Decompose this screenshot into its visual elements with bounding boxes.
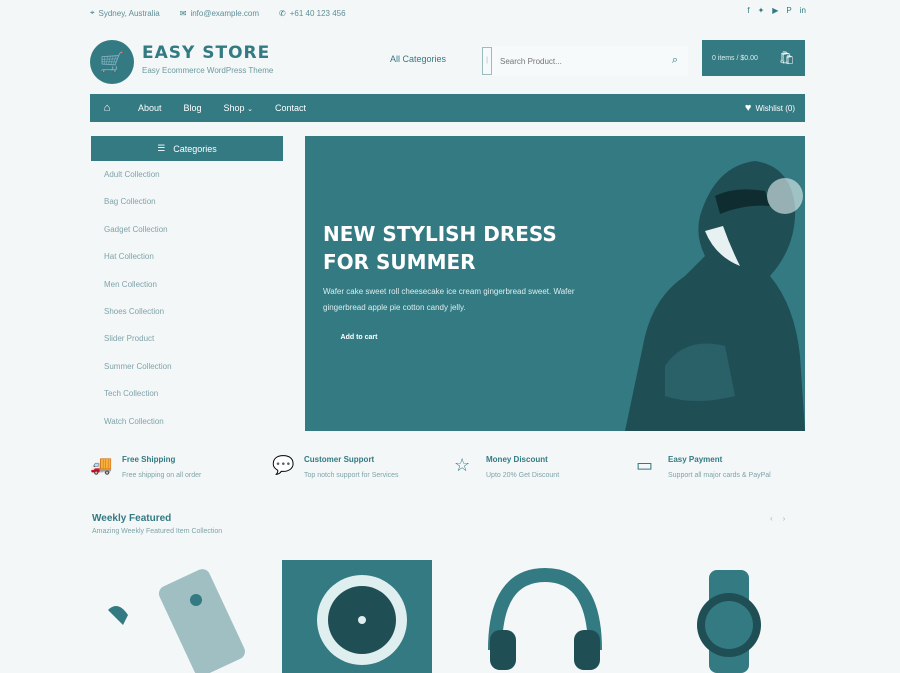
feature-item: ▭ Easy Payment Support all major cards & … (636, 455, 771, 479)
youtube-icon[interactable]: ▶ (772, 6, 778, 15)
facebook-icon[interactable]: f (747, 6, 749, 15)
social-links: f ✦ ▶ P in (747, 6, 806, 15)
search-input[interactable] (500, 56, 650, 66)
top-bar: ⌖ Sydney, Australia ✉ info@example.com ✆ +6… (90, 6, 806, 20)
categories-list: Adult Collection Bag Collection Gadget C… (104, 168, 172, 442)
banner-text: Wafer cake sweet roll cheesecake ice cre… (323, 287, 575, 312)
product-card[interactable] (470, 560, 620, 673)
model-image (625, 161, 805, 431)
card-icon: ▭ (636, 455, 654, 475)
search-divider: | (482, 47, 492, 75)
features-row: 🚚 Free Shipping Free shipping on all orde… (90, 455, 805, 495)
nav-item-about[interactable]: About (138, 103, 162, 113)
categories-heading[interactable]: ☰ Categories (91, 136, 283, 161)
headphones-product-image (488, 567, 602, 670)
mail-icon: ✉ (179, 8, 187, 18)
location-info: ⌖ Sydney, Australia (90, 8, 160, 18)
category-item[interactable]: Summer Collection (104, 360, 172, 387)
carousel-arrows: ‹ › (770, 514, 785, 523)
category-item[interactable]: Hat Collection (104, 250, 172, 277)
product-card[interactable] (282, 560, 432, 673)
category-item[interactable]: Shoes Collection (104, 305, 172, 332)
category-select[interactable]: All Categories (390, 54, 446, 64)
map-pin-icon: ⌖ (90, 8, 95, 17)
site-title[interactable]: EASY STORE (142, 43, 270, 63)
category-item[interactable]: Men Collection (104, 278, 172, 305)
phone-product-image (108, 569, 245, 673)
phone-icon: ✆ (279, 8, 286, 18)
phone-info[interactable]: ✆ +61 40 123 456 (279, 9, 346, 18)
cart-button[interactable]: 0 items / $0.00 🛍 (702, 40, 805, 76)
weekly-title: Weekly Featured (92, 513, 172, 524)
category-item[interactable]: Tech Collection (104, 387, 172, 414)
pinterest-icon[interactable]: P (786, 6, 791, 15)
search-box: | ⌕ (482, 46, 688, 76)
weekly-subtitle: Amazing Weekly Featured Item Collection (92, 528, 223, 535)
search-icon[interactable]: ⌕ (672, 54, 678, 67)
category-item[interactable]: Adult Collection (104, 168, 172, 195)
feature-item: ☆ Money Discount Upto 20% Get Discount (454, 455, 560, 479)
banner-heading: NEW STYLISH DRESS FOR SUMMER (323, 222, 557, 274)
menu-icon: ☰ (157, 143, 166, 153)
site-tagline: Easy Ecommerce WordPress Theme (142, 66, 274, 75)
wishlist-link[interactable]: ♥ Wishlist (0) (745, 102, 795, 114)
cart-summary: 0 items / $0.00 (712, 54, 758, 62)
nav-item-blog[interactable]: Blog (184, 103, 202, 113)
hero-banner: NEW STYLISH DRESS FOR SUMMER Wafer cake … (305, 136, 805, 431)
heart-icon: ♥ (744, 102, 752, 114)
chevron-left-icon[interactable]: ‹ (770, 514, 773, 523)
chevron-right-icon[interactable]: › (783, 514, 786, 523)
linkedin-icon[interactable]: in (800, 6, 806, 15)
home-icon[interactable]: ⌂ (90, 102, 124, 114)
smartwatch-product-image (697, 570, 761, 673)
watch-product-image (282, 560, 432, 673)
email-info[interactable]: ✉ info@example.com (180, 9, 259, 18)
twitter-icon[interactable]: ✦ (758, 6, 765, 15)
add-to-cart-button[interactable]: Add to cart (323, 326, 395, 348)
product-card[interactable] (654, 560, 804, 673)
feature-item: 🚚 Free Shipping Free shipping on all orde… (90, 455, 202, 479)
cart-icon: 🛍 (778, 50, 795, 65)
truck-icon: 🚚 (90, 455, 113, 475)
feature-item: 💬 Customer Support Top notch support for … (272, 455, 399, 479)
category-item[interactable]: Gadget Collection (104, 223, 172, 250)
category-item[interactable]: Slider Product (104, 332, 172, 359)
product-card[interactable] (98, 560, 248, 673)
category-item[interactable]: Bag Collection (104, 195, 172, 222)
chat-icon: 💬 (272, 455, 295, 475)
category-item[interactable]: Watch Collection (104, 415, 172, 442)
nav-item-shop[interactable]: Shop ⌄ (224, 103, 253, 113)
main-nav: ⌂ About Blog Shop ⌄ Contact ♥ Wishlist (0… (90, 94, 805, 122)
logo-icon[interactable]: 🛒 (90, 40, 134, 84)
chevron-down-icon: ⌄ (247, 106, 253, 113)
nav-item-contact[interactable]: Contact (275, 103, 306, 113)
star-icon: ☆ (454, 455, 471, 475)
